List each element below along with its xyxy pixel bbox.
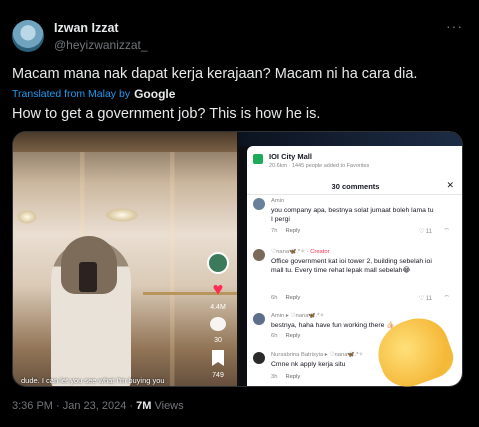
save-count: 749: [212, 372, 224, 379]
comment-text: Office government kat ioi tower 2, build…: [271, 258, 432, 274]
commenter-avatar[interactable]: [253, 249, 265, 261]
author-name[interactable]: Izwan Izzat: [54, 21, 119, 35]
comment-like-icon[interactable]: ♡ 11: [419, 228, 432, 235]
translation-notice[interactable]: Translated from Malay by Google: [12, 87, 175, 101]
divider: [247, 194, 462, 195]
comment-author-name: ♡nana🦋.*✧: [271, 249, 306, 255]
chandelier: [17, 210, 37, 224]
comment-author[interactable]: ♡nana🦋.*✧ · Creator: [271, 249, 330, 255]
comment-meta: 6h Reply: [271, 333, 300, 339]
comment-meta: 6h Reply: [271, 295, 300, 301]
phone-in-hand: [79, 262, 97, 292]
commenter-avatar[interactable]: [253, 198, 265, 210]
creator-avatar[interactable]: [207, 252, 229, 274]
dislike-icon[interactable]: ⌔: [443, 227, 450, 236]
comments-count-title: 30 comments: [331, 182, 380, 191]
creator-badge: · Creator: [306, 249, 330, 255]
dislike-icon[interactable]: ⌔: [443, 294, 450, 303]
comment-time: 6h: [271, 333, 278, 339]
comment-author[interactable]: Nursabrina Batrisyia ▸ ♡nana🦋.*✧: [271, 352, 363, 358]
tweet-header: Izwan Izzat @heyizwanizzat_ ···: [12, 18, 467, 58]
comment-author[interactable]: Amin ▸ ♡nana🦋.*✧: [271, 313, 324, 319]
views-label: Views: [154, 400, 184, 412]
tweet-timestamp[interactable]: 3:36 PM · Jan 23, 2024 ·: [12, 400, 133, 412]
tweet-text: Macam mana nak dapat kerja kerajaan? Mac…: [12, 66, 418, 82]
author-handle[interactable]: @heyizwanizzat_: [54, 38, 148, 52]
location-pin-icon: [253, 154, 263, 164]
more-options-icon[interactable]: ···: [446, 18, 463, 34]
translated-label: Translated from Malay by: [12, 88, 131, 100]
comment-meta: 3h Reply: [271, 374, 300, 380]
like-count: 4.4M: [210, 304, 226, 311]
tiktok-action-bar: ♥ 4.4M 30 749: [205, 252, 231, 379]
chandelier: [105, 208, 139, 222]
google-logo: Google: [134, 87, 176, 101]
comment-like-icon[interactable]: ♡ 11: [419, 295, 432, 302]
video-top-strip: [239, 132, 462, 146]
comment-item: Amin you company apa, bestnya solat juma…: [253, 198, 458, 238]
commenter-avatar[interactable]: [253, 313, 265, 325]
tweet-footer: 3:36 PM · Jan 23, 2024 · 7M Views: [12, 400, 184, 412]
comment-icon[interactable]: [210, 317, 226, 331]
avatar[interactable]: [12, 20, 44, 52]
tiktok-video-frame[interactable]: ♥ 4.4M 30 749 dude. I can let you see wh…: [13, 132, 237, 386]
comment-text: you company apa, bestnya solat jumaat bo…: [271, 207, 434, 223]
bookmark-icon[interactable]: [212, 350, 224, 366]
location-subtitle: 20.6km · 1445 people added to Favorites: [269, 163, 370, 169]
reply-button[interactable]: Reply: [285, 228, 300, 234]
comment-time: 6h: [271, 295, 278, 301]
comment-like-count: 11: [425, 229, 432, 235]
comment-meta: 7h Reply: [271, 228, 300, 234]
location-title: IOI City Mall: [269, 152, 312, 161]
heart-icon[interactable]: ♥: [213, 280, 224, 298]
reply-button[interactable]: Reply: [285, 333, 300, 339]
view-count: 7M: [136, 400, 152, 412]
comment-item: ♡nana🦋.*✧ · Creator Office government ka…: [253, 249, 458, 305]
reply-button[interactable]: Reply: [285, 295, 300, 301]
video-caption: dude. I can let you see what I'm buying …: [21, 376, 165, 385]
comment-author[interactable]: Amin: [271, 198, 284, 204]
comment-time: 3h: [271, 374, 278, 380]
translated-text: How to get a government job? This is how…: [12, 106, 321, 122]
comment-count: 30: [214, 337, 222, 344]
close-icon[interactable]: ✕: [446, 180, 454, 191]
commenter-avatar[interactable]: [253, 352, 265, 364]
reply-button[interactable]: Reply: [285, 374, 300, 380]
ceiling-frame: [13, 132, 237, 152]
comment-time: 7h: [271, 228, 278, 234]
location-bar[interactable]: IOI City Mall 20.6km · 1445 people added…: [253, 152, 369, 169]
comment-like-count: 11: [425, 296, 432, 302]
